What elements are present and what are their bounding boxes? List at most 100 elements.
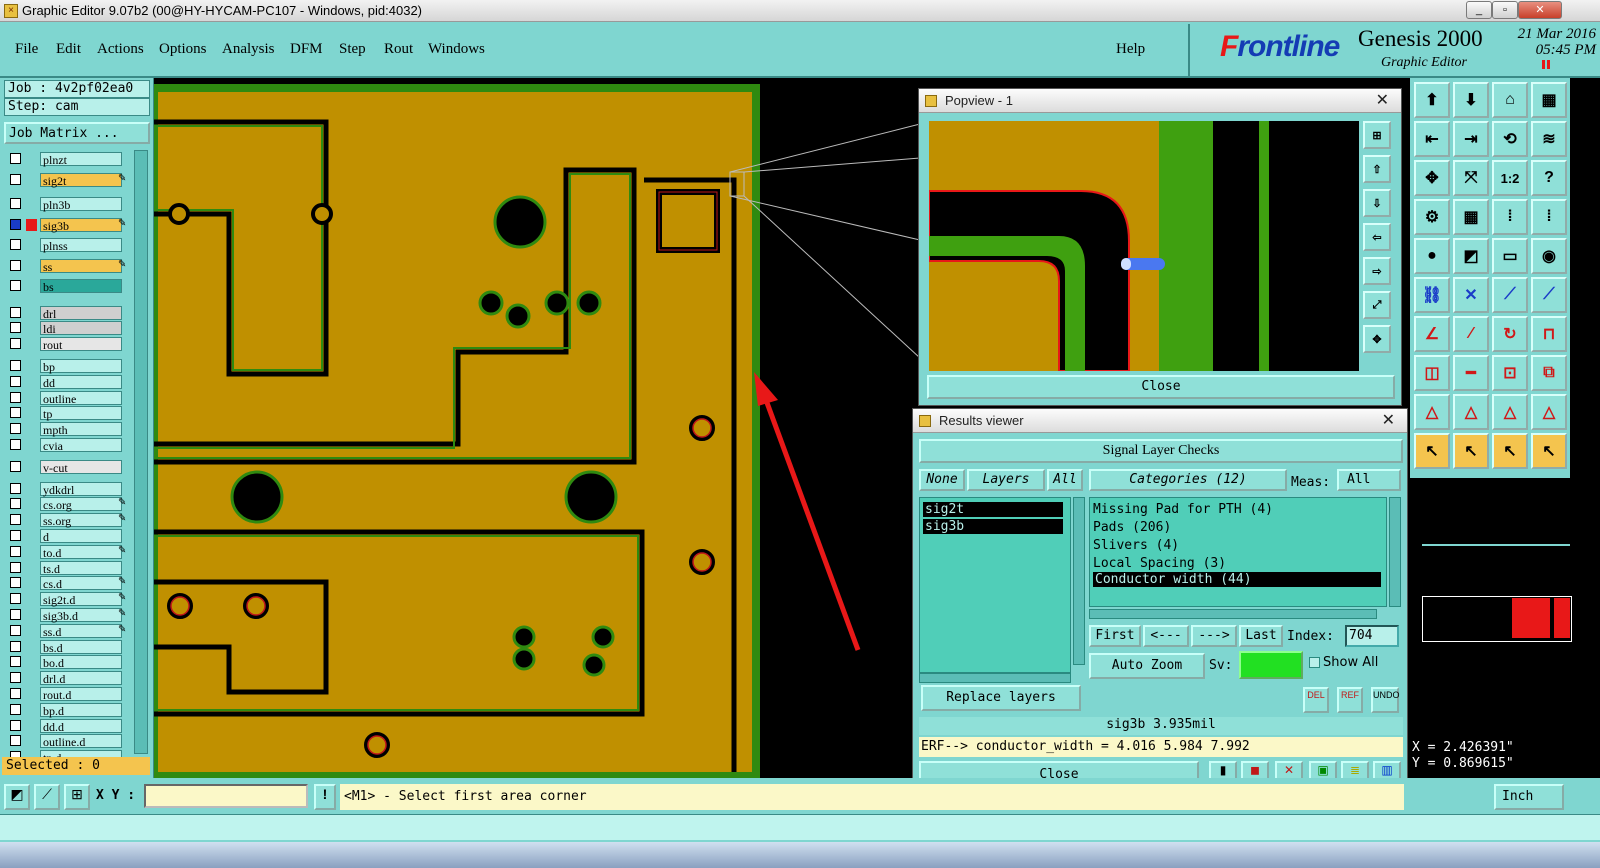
layer-row[interactable]: bo.d: [8, 655, 122, 670]
popview-zoom-in-icon[interactable]: ⊞: [1363, 121, 1391, 149]
auto-zoom-select[interactable]: Auto Zoom: [1089, 653, 1205, 679]
snapshot-down-icon[interactable]: ⬇: [1453, 82, 1489, 118]
layer-list-scrollbar[interactable]: [134, 150, 148, 754]
layer-row[interactable]: ldi: [8, 321, 122, 336]
menu-options[interactable]: Options: [159, 41, 207, 58]
popview-canvas[interactable]: [929, 121, 1359, 371]
show-all-checkbox[interactable]: [1309, 657, 1320, 668]
zoom-right-icon[interactable]: ⇥: [1453, 121, 1489, 157]
layer-checkbox[interactable]: [10, 391, 21, 403]
triangle-icon[interactable]: △: [1414, 394, 1450, 430]
window-icon[interactable]: ▦: [1531, 82, 1567, 118]
first-button[interactable]: First: [1089, 625, 1141, 647]
layer-row[interactable]: outline: [8, 390, 122, 406]
arc-icon[interactable]: ↻: [1492, 316, 1528, 352]
layer-row[interactable]: plnss: [8, 238, 122, 253]
pointer-multi-icon[interactable]: ↖: [1531, 433, 1567, 469]
triangle-alt-icon[interactable]: △: [1453, 394, 1489, 430]
undo-button[interactable]: UNDO: [1371, 687, 1400, 713]
layer-row[interactable]: bs.d: [8, 639, 122, 655]
settings-icon[interactable]: ⚙: [1414, 199, 1450, 235]
pan-icon[interactable]: ✥: [1414, 160, 1450, 196]
none-button[interactable]: None: [919, 469, 965, 491]
pointer-icon[interactable]: ↖: [1414, 433, 1450, 469]
layer-checkbox[interactable]: [10, 608, 21, 620]
layer-checkbox[interactable]: [10, 359, 21, 371]
layer-row[interactable]: rout.d: [8, 686, 122, 702]
layer-checkbox[interactable]: [10, 198, 21, 209]
menu-edit[interactable]: Edit: [56, 41, 81, 58]
pointer-orange-icon[interactable]: ↖: [1453, 433, 1489, 469]
ratio-icon[interactable]: 1:2: [1492, 160, 1528, 196]
layer-row[interactable]: sig3b.d ✎: [8, 607, 126, 623]
popview-pan-down-icon[interactable]: ⇩: [1363, 189, 1391, 217]
pad-icon[interactable]: ●: [1414, 238, 1450, 274]
popview-close-button[interactable]: Close: [927, 375, 1395, 399]
layers-icon[interactable]: ⁞: [1531, 199, 1567, 235]
menu-windows[interactable]: Windows: [428, 41, 485, 58]
layer-checkbox[interactable]: [10, 703, 21, 715]
layer-row[interactable]: rout: [8, 337, 122, 352]
layer-row[interactable]: cs.org ✎: [8, 497, 126, 512]
layer-checkbox[interactable]: [10, 153, 21, 164]
meas-select[interactable]: All: [1337, 469, 1401, 491]
popview-pan-left-icon[interactable]: ⇦: [1363, 223, 1391, 251]
triangle-outline-icon[interactable]: △: [1492, 394, 1528, 430]
layer-row[interactable]: dd.d: [8, 718, 122, 734]
popview-fit-icon[interactable]: ⤢: [1363, 291, 1391, 319]
popview-center-icon[interactable]: ✥: [1363, 325, 1391, 353]
layer-row[interactable]: d: [8, 528, 122, 544]
multi-icon[interactable]: ⧉: [1531, 355, 1567, 391]
layer-checkbox[interactable]: [10, 218, 21, 230]
layer-checkbox[interactable]: [10, 687, 21, 699]
layer-checkbox[interactable]: [10, 514, 21, 526]
category-item[interactable]: Missing Pad for PTH (4): [1093, 502, 1273, 517]
layer-checkbox[interactable]: [10, 735, 21, 747]
layer-row[interactable]: to.d ✎: [8, 544, 126, 560]
results-close-x[interactable]: ✕: [1382, 409, 1395, 433]
replace-layers-select[interactable]: Replace layers: [921, 685, 1081, 711]
layer-row[interactable]: ts.d: [8, 560, 122, 576]
layer-checkbox[interactable]: [10, 529, 21, 541]
layer-checkbox[interactable]: [10, 259, 21, 271]
all-layers-button[interactable]: All: [1047, 469, 1083, 491]
layer-checkbox[interactable]: [10, 280, 21, 291]
step-icon[interactable]: ⊓: [1531, 316, 1567, 352]
layer-row[interactable]: sig2t ✎: [8, 172, 126, 188]
grid-tool-icon[interactable]: ⊞: [64, 784, 90, 810]
layers-red-icon[interactable]: ⁞: [1492, 199, 1528, 235]
net-icon[interactable]: ⛓: [1414, 277, 1450, 313]
layer-checkbox[interactable]: [10, 624, 21, 636]
cross-icon[interactable]: ✕: [1453, 277, 1489, 313]
category-list-vscroll[interactable]: [1389, 497, 1401, 607]
layer-row[interactable]: sig3b ✎: [8, 217, 126, 233]
minimize-button[interactable]: _: [1466, 1, 1492, 19]
menu-analysis[interactable]: Analysis: [222, 41, 275, 58]
index-input[interactable]: 704: [1345, 625, 1399, 647]
popview-pan-right-icon[interactable]: ⇨: [1363, 257, 1391, 285]
category-list-hscroll[interactable]: [1089, 609, 1377, 619]
pcb-canvas[interactable]: [154, 82, 766, 778]
layer-checkbox[interactable]: [10, 306, 21, 318]
sv-color-select[interactable]: [1239, 651, 1303, 679]
result-layer-item[interactable]: sig2t: [923, 502, 1063, 517]
close-window-button[interactable]: ✕: [1518, 1, 1562, 19]
job-matrix-button[interactable]: Job Matrix ...: [4, 122, 150, 144]
layer-checkbox[interactable]: [10, 672, 21, 684]
del-button[interactable]: DEL: [1303, 687, 1329, 713]
drill-icon[interactable]: ◉: [1531, 238, 1567, 274]
menu-file[interactable]: File: [15, 41, 38, 58]
layer-checkbox[interactable]: [10, 173, 21, 185]
layer-row[interactable]: v-cut: [8, 459, 122, 475]
layer-row[interactable]: plnzt: [8, 152, 122, 167]
layer-row[interactable]: ss.org ✎: [8, 513, 126, 528]
triangle-dim-icon[interactable]: △: [1531, 394, 1567, 430]
layer-list-hscroll[interactable]: [919, 673, 1071, 683]
xy-input[interactable]: [144, 784, 308, 808]
layer-checkbox[interactable]: [10, 423, 21, 435]
home-icon[interactable]: ⌂: [1492, 82, 1528, 118]
layer-checkbox[interactable]: [10, 593, 21, 605]
ruler-icon[interactable]: ▭: [1492, 238, 1528, 274]
layer-row[interactable]: mpth: [8, 422, 122, 437]
grid-icon[interactable]: ▦: [1453, 199, 1489, 235]
